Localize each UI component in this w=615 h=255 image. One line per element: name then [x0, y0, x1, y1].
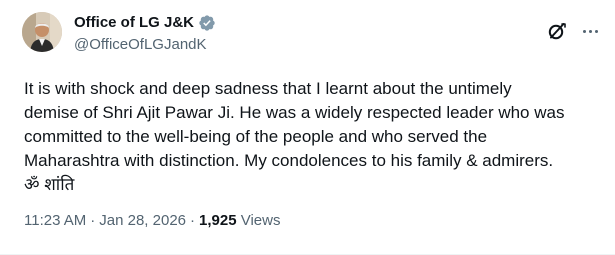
avatar[interactable] — [22, 12, 62, 52]
grok-icon — [548, 23, 566, 40]
views-label: Views — [240, 212, 281, 229]
verified-badge-icon — [199, 15, 215, 31]
more-options-button[interactable] — [580, 25, 600, 37]
author-name-row: Office of LG J&K — [74, 13, 216, 33]
more-icon-dot — [594, 29, 598, 33]
meta-separator: · — [90, 212, 96, 229]
author-display-name[interactable]: Office of LG J&K — [74, 13, 194, 33]
author-handle[interactable]: @OfficeOfLGJandK — [74, 35, 207, 55]
grok-button[interactable] — [546, 20, 568, 42]
more-icon-dot — [582, 29, 586, 33]
views-count: 1,925 — [199, 212, 237, 229]
tweet-date[interactable]: Jan 28, 2026 — [99, 212, 186, 229]
more-icon-dot — [588, 29, 592, 33]
meta-separator: · — [190, 212, 196, 229]
profile-photo-icon — [22, 12, 62, 52]
tweet-card: Office of LG J&K @OfficeOfLGJandK It is … — [0, 0, 615, 255]
tweet-time[interactable]: 11:23 AM — [24, 212, 86, 229]
tweet-text: It is with shock and deep sadness that I… — [24, 79, 565, 194]
tweet-meta: 11:23 AM · Jan 28, 2026 · 1,925 Views — [24, 211, 280, 231]
